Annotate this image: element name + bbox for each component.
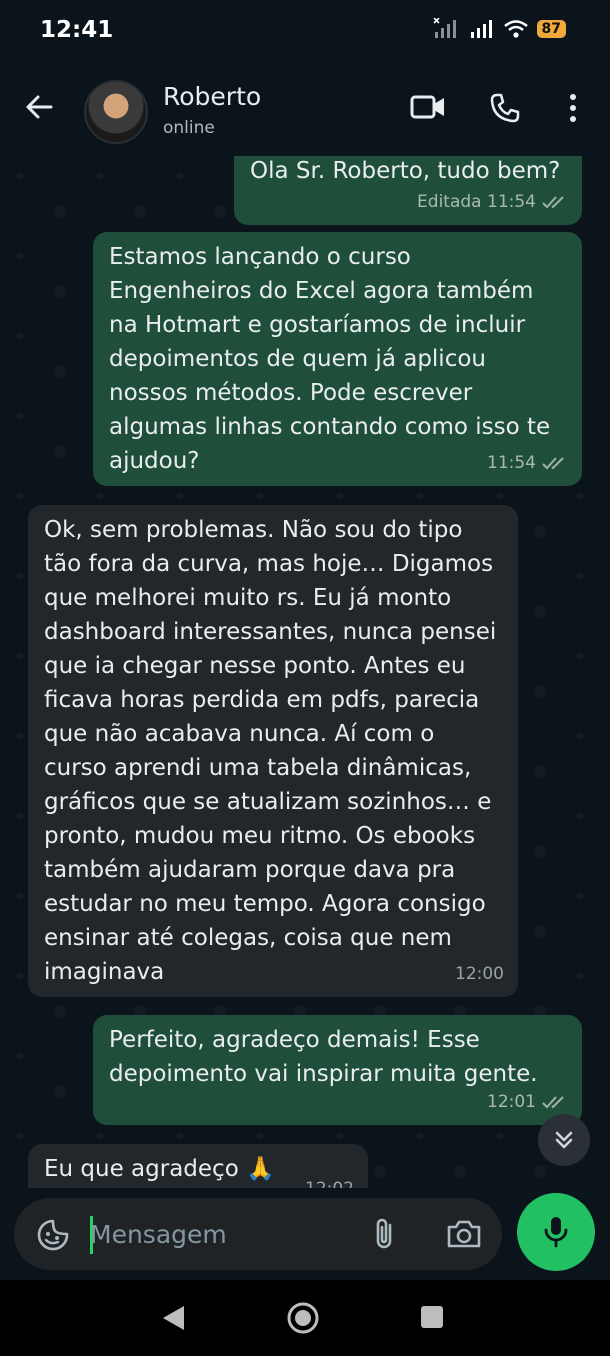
camera-icon[interactable] [446,1218,482,1250]
contact-name[interactable]: Roberto [163,82,261,111]
double-check-icon [542,1096,564,1109]
cellular-signal-icon [470,20,492,38]
wifi-icon [503,20,528,38]
voice-call-icon[interactable] [489,92,521,124]
message-bubble-outgoing[interactable]: Ola Sr. Roberto, tudo bem? Editada 11:54 [234,156,582,225]
message-time: 12:01 [487,1092,536,1112]
message-bubble-incoming[interactable]: Eu que agradeço 🙏 12:02 [28,1144,368,1188]
message-text: Estamos lançando o curso Engenheiros do … [109,244,551,474]
contact-status: online [163,118,215,138]
more-options-icon[interactable] [566,92,580,124]
message-time: 11:54 [487,453,536,473]
message-time: Editada 11:54 [417,192,536,212]
nav-recents-icon[interactable] [420,1305,444,1329]
back-arrow-icon[interactable] [24,92,54,122]
double-check-icon [542,196,564,209]
voice-message-button[interactable] [517,1193,595,1271]
status-time: 12:41 [40,17,114,43]
chat-area[interactable]: Ola Sr. Roberto, tudo bem? Editada 11:54… [0,156,610,1188]
message-bubble-outgoing[interactable]: Estamos lançando o curso Engenheiros do … [93,232,582,486]
status-bar: 12:41 87 [0,0,610,62]
sticker-emoji-icon[interactable] [36,1218,70,1252]
cellular-no-service-icon [432,18,456,38]
chat-header: Roberto online [0,62,610,156]
battery-indicator: 87 [536,20,566,38]
message-text: Perfeito, agradeço demais! Esse depoimen… [109,1027,538,1087]
double-chevron-down-icon [555,1131,573,1149]
message-text: Ola Sr. Roberto, tudo bem? [250,158,561,184]
message-bubble-incoming[interactable]: Ok, sem problemas. Não sou do tipo tão f… [28,505,518,997]
message-time: 12:00 [455,964,504,984]
status-icons: 87 [432,18,566,40]
message-meta: 12:00 [455,957,504,991]
message-meta: 11:54 [487,446,568,480]
video-call-icon[interactable] [410,92,446,122]
nav-back-icon[interactable] [160,1304,186,1332]
system-navigation-bar [0,1280,610,1356]
message-time: 12:02 [305,1172,354,1188]
scroll-to-bottom-button[interactable] [538,1114,590,1166]
message-input[interactable] [90,1212,340,1256]
double-check-icon [542,457,564,470]
message-composer [14,1198,502,1270]
message-bubble-outgoing[interactable]: Perfeito, agradeço demais! Esse depoimen… [93,1015,582,1125]
microphone-icon [544,1217,568,1248]
composer-bar [0,1188,610,1280]
attach-paperclip-icon[interactable] [370,1216,400,1252]
nav-home-icon[interactable] [285,1300,321,1336]
message-meta: 12:02 [305,1172,354,1188]
avatar[interactable] [84,80,148,144]
message-text: Ok, sem problemas. Não sou do tipo tão f… [44,517,497,985]
message-meta: 12:01 [487,1085,568,1119]
message-meta: Editada 11:54 [417,185,568,219]
